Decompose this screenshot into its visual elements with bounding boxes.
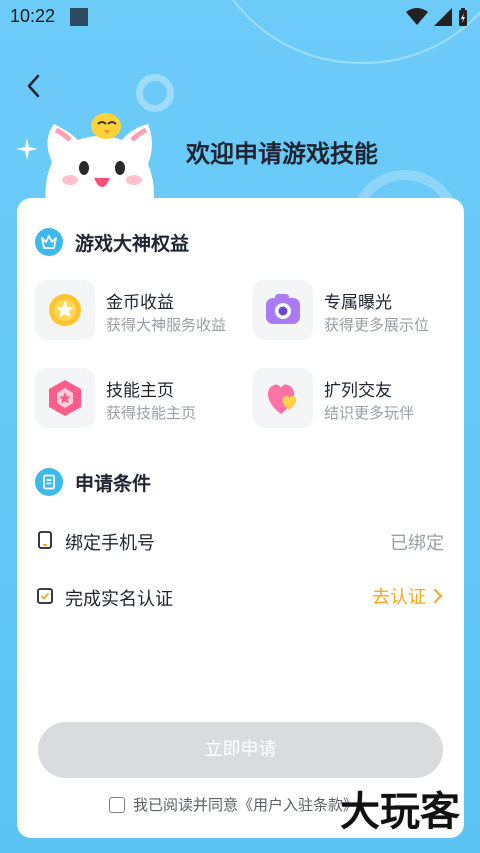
status-bar: 10:22 xyxy=(0,0,480,34)
notification-icon xyxy=(70,8,88,26)
chevron-left-icon xyxy=(27,74,40,98)
benefits-title: 游戏大神权益 xyxy=(75,233,190,255)
benefit-title: 专属曝光 xyxy=(324,293,392,313)
status-time: 10:22 xyxy=(10,6,56,26)
benefit-title: 扩列交友 xyxy=(324,381,392,401)
page-title: 欢迎申请游戏技能 xyxy=(186,140,378,168)
apply-button[interactable]: 立即申请 xyxy=(38,722,443,778)
chevron-right-icon xyxy=(434,589,443,603)
gold-coin-icon xyxy=(35,280,95,340)
wifi-icon xyxy=(406,8,428,25)
benefit-subtitle: 获得大神服务收益 xyxy=(106,316,227,334)
benefit-item: 专属曝光 获得更多展示位 xyxy=(253,280,453,340)
agreement-checkbox[interactable] xyxy=(109,796,125,813)
battery-icon xyxy=(459,8,467,26)
condition-status: 已绑定 xyxy=(390,533,444,554)
decorative-circle xyxy=(136,74,174,112)
agreement-text[interactable]: 我已阅读并同意《用户入驻条款》 xyxy=(133,794,358,815)
camera-icon xyxy=(253,280,313,340)
crown-icon xyxy=(35,228,63,256)
agreement-row: 我已阅读并同意《用户入驻条款》 xyxy=(109,794,358,815)
status-icons xyxy=(406,8,468,26)
condition-label: 完成实名认证 xyxy=(65,589,173,610)
application-card: 游戏大神权益 金币收益 获得大神服务收益 专属曝光 获得更多展示位 技能主页 获… xyxy=(17,198,464,838)
document-icon xyxy=(35,468,63,496)
watermark: 大玩客 xyxy=(340,788,460,835)
condition-row-phone: 绑定手机号 已绑定 xyxy=(17,521,464,561)
verify-link[interactable]: 去认证 xyxy=(372,583,444,609)
checkbox-icon xyxy=(37,588,53,604)
benefit-item: 金币收益 获得大神服务收益 xyxy=(35,280,235,340)
condition-label: 绑定手机号 xyxy=(65,533,155,554)
star-hexagon-icon xyxy=(35,368,95,428)
back-button[interactable] xyxy=(20,70,52,102)
benefit-item: 技能主页 获得技能主页 xyxy=(35,368,235,428)
verify-label: 去认证 xyxy=(372,587,426,608)
benefit-title: 技能主页 xyxy=(106,381,174,401)
condition-row-verification: 完成实名认证 去认证 xyxy=(17,577,464,617)
benefit-subtitle: 获得更多展示位 xyxy=(324,316,430,334)
phone-icon xyxy=(38,531,52,549)
benefit-item: 扩列交友 结识更多玩伴 xyxy=(253,368,453,428)
benefit-subtitle: 结识更多玩伴 xyxy=(324,404,415,422)
signal-icon xyxy=(434,8,452,26)
conditions-title: 申请条件 xyxy=(75,473,152,495)
benefit-title: 金币收益 xyxy=(106,293,174,313)
benefit-subtitle: 获得技能主页 xyxy=(106,404,197,422)
heart-icon xyxy=(253,368,313,428)
